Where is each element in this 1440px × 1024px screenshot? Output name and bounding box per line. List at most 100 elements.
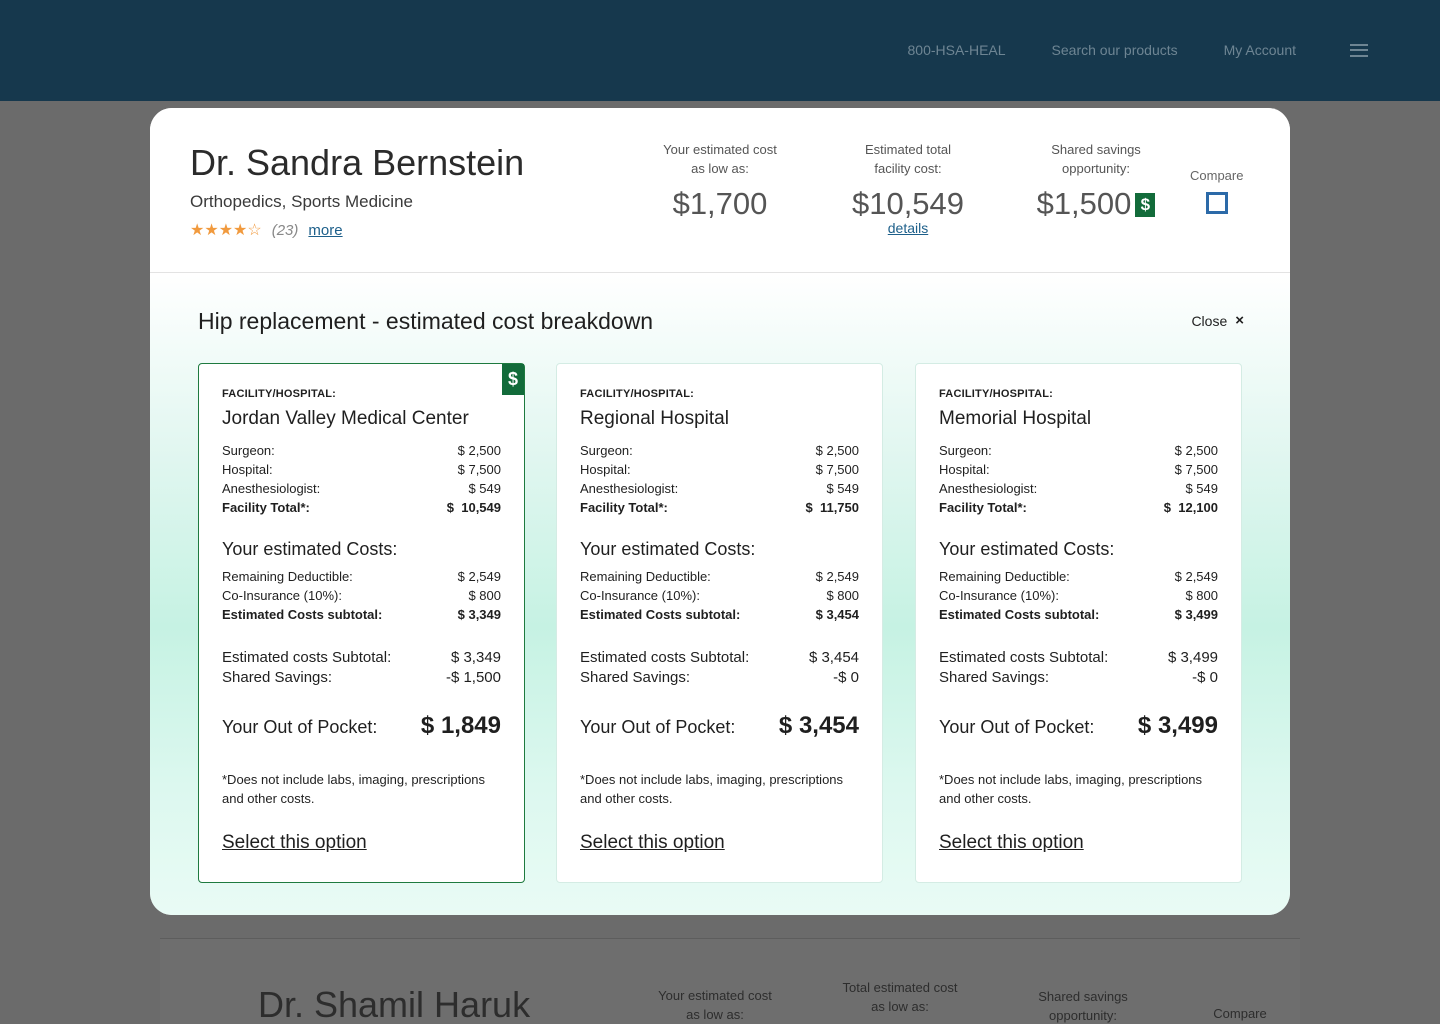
disclaimer: *Does not include labs, imaging, prescri…	[580, 772, 844, 806]
deductible-label: Remaining Deductible:	[939, 569, 1070, 584]
hospital-label: Hospital:	[222, 462, 273, 477]
hospital-value: $ 7,500	[1174, 462, 1218, 477]
facility-label: FACILITY/HOSPITAL:	[939, 388, 1054, 400]
est-subtotal-label: Estimated Costs subtotal:	[580, 607, 741, 622]
compare-label: Compare	[1190, 168, 1244, 183]
facility-details-link[interactable]: details	[828, 220, 988, 236]
coinsurance-label: Co-Insurance (10%):	[580, 588, 700, 603]
costs-subtotal-row: Estimated costs Subtotal: $ 3,454	[580, 648, 859, 668]
anesthesiologist-row: Anesthesiologist: $ 549	[222, 479, 501, 498]
my-account-link[interactable]: My Account	[1224, 42, 1296, 58]
more-reviews-link[interactable]: more	[308, 222, 342, 239]
surgeon-value: $ 2,500	[1174, 443, 1218, 458]
anesthesiologist-value: $ 549	[826, 481, 859, 496]
disclaimer: *Does not include labs, imaging, prescri…	[939, 772, 1203, 806]
costs-subtotal-label: Estimated costs Subtotal:	[580, 649, 750, 666]
shared-savings-row: Shared Savings: -$ 0	[580, 668, 859, 688]
background-savings-label: Shared savings opportunity:	[1038, 989, 1128, 1023]
facility-cost-label-2: facility cost:	[874, 161, 942, 176]
surgeon-label: Surgeon:	[580, 443, 633, 458]
compare-checkbox[interactable]	[1205, 192, 1228, 214]
facility-card-regional: FACILITY/HOSPITAL: Regional Hospital Sur…	[556, 363, 883, 883]
costs-subtotal-label: Estimated costs Subtotal:	[222, 649, 392, 666]
deductible-row: Remaining Deductible: $ 2,549	[580, 567, 859, 586]
close-label: Close	[1191, 312, 1228, 329]
hospital-row: Hospital: $ 7,500	[222, 460, 501, 479]
estimated-cost-label-2: as low as:	[691, 161, 749, 176]
out-of-pocket-label: Your Out of Pocket:	[222, 717, 378, 737]
out-of-pocket-row: Your Out of Pocket: $ 1,849	[222, 712, 501, 740]
facility-cost-label-1: Estimated total	[865, 142, 951, 157]
facility-total-label: Facility Total*:	[580, 500, 668, 515]
est-subtotal-label: Estimated Costs subtotal:	[939, 607, 1100, 622]
facility-total-label: Facility Total*:	[222, 500, 310, 515]
facility-total-label: Facility Total*:	[939, 500, 1027, 515]
compare-control: Compare	[1190, 168, 1243, 214]
select-option-link[interactable]: Select this option	[222, 832, 367, 854]
surgeon-row: Surgeon: $ 2,500	[580, 441, 859, 460]
out-of-pocket-value: $ 1,849	[420, 712, 501, 739]
breakdown-panel: Hip replacement - estimated cost breakdo…	[150, 274, 1290, 915]
est-subtotal-row: Estimated Costs subtotal: $ 3,454	[580, 605, 859, 624]
facility-total-row: Facility Total*: $ 11,750	[580, 498, 859, 517]
breakdown-title: Hip replacement - estimated cost breakdo…	[198, 308, 654, 334]
anesthesiologist-value: $ 549	[1185, 481, 1218, 496]
deductible-value: $ 2,549	[1174, 569, 1218, 584]
deductible-row: Remaining Deductible: $ 2,549	[222, 567, 501, 586]
anesthesiologist-label: Anesthesiologist:	[939, 481, 1038, 496]
dollar-badge-icon: $	[502, 364, 524, 395]
shared-savings-value: -$ 0	[833, 669, 859, 686]
surgeon-row: Surgeon: $ 2,500	[939, 441, 1218, 460]
select-option-link[interactable]: Select this option	[580, 832, 725, 854]
anesthesiologist-row: Anesthesiologist: $ 549	[939, 479, 1218, 498]
deductible-label: Remaining Deductible:	[222, 569, 353, 584]
surgeon-value: $ 2,500	[457, 443, 501, 458]
search-products-link[interactable]: Search our products	[1052, 42, 1178, 58]
close-icon: ×	[1235, 312, 1244, 329]
savings-value: $1,500	[1036, 186, 1132, 221]
out-of-pocket-row: Your Out of Pocket: $ 3,499	[939, 712, 1218, 740]
provider-header: Dr. Sandra Bernstein Orthopedics, Sports…	[150, 108, 1290, 273]
est-subtotal-label: Estimated Costs subtotal:	[222, 607, 383, 622]
hospital-value: $ 7,500	[815, 462, 859, 477]
background-total-label: Total estimated cost as low as:	[842, 980, 958, 1014]
shared-savings-label: Shared Savings:	[580, 669, 691, 686]
hospital-label: Hospital:	[939, 462, 990, 477]
surgeon-value: $ 2,500	[815, 443, 859, 458]
costs-subtotal-label: Estimated costs Subtotal:	[939, 649, 1109, 666]
rating: ★★★★☆ (23) more	[190, 220, 343, 240]
facility-name: Memorial Hospital	[939, 408, 1092, 429]
estimated-cost-value: $1,700	[672, 186, 768, 221]
surgeon-row: Surgeon: $ 2,500	[222, 441, 501, 460]
shared-savings-label: Shared Savings:	[222, 669, 333, 686]
facility-total-value: $ 10,549	[446, 500, 501, 515]
surgeon-label: Surgeon:	[939, 443, 992, 458]
background-doctor-name: Dr. Shamil Haruk	[258, 984, 531, 1024]
deductible-value: $ 2,549	[457, 569, 501, 584]
star-rating-icon: ★★★★☆	[190, 222, 262, 239]
anesthesiologist-value: $ 549	[468, 481, 501, 496]
your-cost-rows: Remaining Deductible: $ 2,549 Co-Insuranc…	[222, 567, 501, 624]
estimated-cost-label-1: Your estimated cost	[663, 142, 777, 157]
your-costs-title: Your estimated Costs:	[222, 539, 398, 559]
hospital-label: Hospital:	[580, 462, 631, 477]
shared-savings-row: Shared Savings: -$ 1,500	[222, 668, 501, 688]
facility-total-value: $ 11,750	[805, 500, 860, 515]
out-of-pocket-value: $ 3,454	[778, 712, 859, 739]
facility-card-jordan-valley: $ FACILITY/HOSPITAL: Jordan Valley Medic…	[198, 363, 525, 883]
close-button[interactable]: Close ×	[1191, 312, 1244, 329]
doctor-specialty: Orthopedics, Sports Medicine	[190, 192, 413, 211]
select-option-link[interactable]: Select this option	[939, 832, 1084, 854]
facility-name: Jordan Valley Medical Center	[222, 408, 469, 429]
phone-link[interactable]: 800-HSA-HEAL	[908, 42, 1006, 58]
out-of-pocket-row: Your Out of Pocket: $ 3,454	[580, 712, 859, 740]
facility-cost-rows: Surgeon: $ 2,500 Hospital: $ 7,500 Anesthe…	[939, 441, 1218, 517]
hamburger-menu-icon[interactable]	[1350, 43, 1368, 57]
anesthesiologist-label: Anesthesiologist:	[222, 481, 321, 496]
coinsurance-value: $ 800	[1185, 588, 1218, 603]
coinsurance-row: Co-Insurance (10%): $ 800	[580, 586, 859, 605]
hospital-row: Hospital: $ 7,500	[580, 460, 859, 479]
est-subtotal-row: Estimated Costs subtotal: $ 3,499	[939, 605, 1218, 624]
hospital-row: Hospital: $ 7,500	[939, 460, 1218, 479]
facility-card-memorial: FACILITY/HOSPITAL: Memorial Hospital Sur…	[915, 363, 1242, 883]
